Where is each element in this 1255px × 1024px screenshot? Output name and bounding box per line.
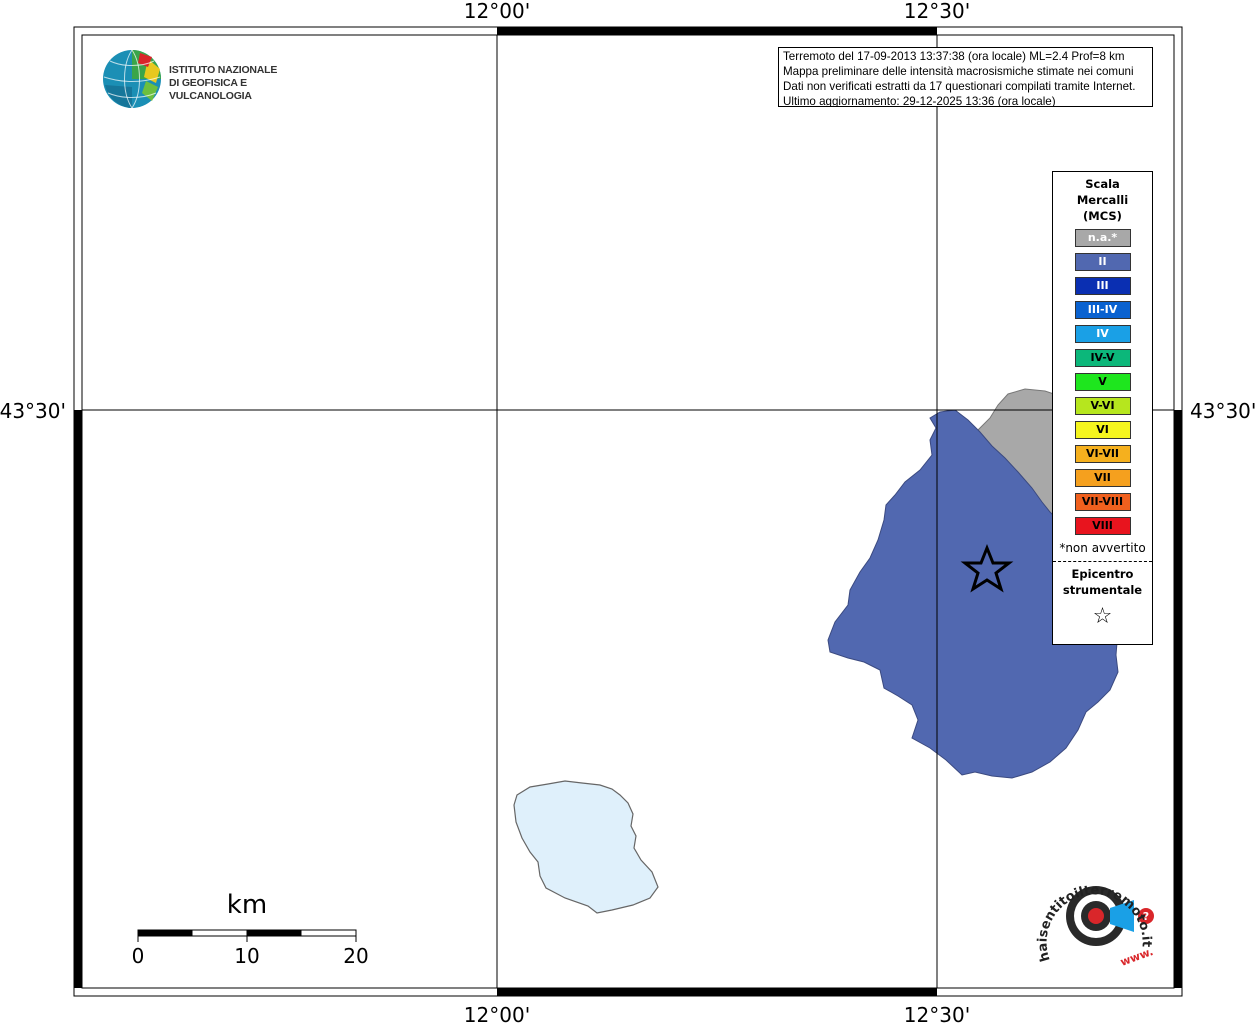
legend-swatch: VII-VIII [1074, 493, 1131, 511]
lon-label-top-12-00: 12°00' [464, 0, 530, 23]
ingv-name-line2: DI GEOFISICA E VULCANOLOGIA [169, 77, 252, 102]
legend-epicentre-label: Epicentro strumentale [1053, 566, 1152, 598]
lat-label-left-43-30: 43°30' [0, 399, 66, 423]
scale-tick-10: 10 [234, 944, 259, 968]
legend-swatch: VI-VII [1074, 445, 1131, 463]
info-line-event: Terremoto del 17-09-2013 13:37:38 (ora l… [783, 50, 1125, 63]
legend-title-line: Mercalli [1076, 193, 1129, 207]
ingv-globe-icon [103, 49, 161, 109]
legend-star-icon: ☆ [1092, 604, 1113, 629]
legend-swatch: VII [1074, 469, 1131, 487]
legend-swatch: n.a.* [1074, 229, 1131, 247]
legend-title: Scala Mercalli (MCS) [1053, 176, 1152, 224]
frame-bar-bottom [497, 988, 937, 996]
legend-epicentre-line: Epicentro [1071, 567, 1134, 581]
legend-swatch: IV-V [1074, 349, 1131, 367]
lon-label-bottom-12-00: 12°00' [464, 1003, 530, 1024]
legend-epicentre-line: strumentale [1062, 583, 1143, 597]
legend-note: *non avvertito [1059, 541, 1146, 555]
legend-swatch: III [1074, 277, 1131, 295]
legend-swatch: V [1074, 373, 1131, 391]
lon-label-top-12-30: 12°30' [904, 0, 970, 23]
scale-tick-0: 0 [132, 944, 145, 968]
legend-separator [1053, 561, 1152, 562]
frame-bar-right [1174, 410, 1182, 988]
legend-swatch: IV [1074, 325, 1131, 343]
frame-bar-left [74, 410, 82, 988]
frame-bar-top [497, 27, 937, 35]
info-line-updated: Ultimo aggiornamento: 29-12-2025 13:36 (… [783, 95, 1056, 107]
legend-swatch: V-VI [1074, 397, 1131, 415]
lon-label-bottom-12-30: 12°30' [904, 1003, 970, 1024]
ingv-name-line1: ISTITUTO NAZIONALE [169, 64, 278, 76]
mcs-legend: Scala Mercalli (MCS) n.a.* II III III-IV IV I… [1052, 171, 1153, 645]
legend-title-line: (MCS) [1083, 209, 1122, 223]
legend-items: n.a.* II III III-IV IV IV-V V V-VI VI VI-VII VII VI… [1053, 229, 1152, 535]
legend-title-line: Scala [1085, 177, 1120, 191]
badge-prefix-text: www. [1119, 945, 1155, 969]
scale-tick-20: 20 [343, 944, 368, 968]
haisentito-badge: ? haisentitoilterremoto.it www. [1030, 860, 1160, 980]
legend-swatch: II [1074, 253, 1131, 271]
lat-label-right-43-30: 43°30' [1190, 399, 1255, 423]
legend-swatch: III-IV [1074, 301, 1131, 319]
info-line-source: Dati non verificati estratti da 17 quest… [783, 80, 1136, 93]
ingv-name: ISTITUTO NAZIONALE DI GEOFISICA E VULCAN… [169, 64, 320, 103]
scale-bar-unit: km [227, 890, 267, 920]
legend-swatch: VIII [1074, 517, 1131, 535]
legend-swatch: VI [1074, 421, 1131, 439]
haisentito-logo-icon: ? haisentitoilterremoto.it www. [1035, 883, 1155, 969]
earthquake-info-box: Terremoto del 17-09-2013 13:37:38 (ora l… [778, 47, 1153, 107]
ingv-logo: ISTITUTO NAZIONALE DI GEOFISICA E VULCAN… [100, 47, 320, 111]
info-line-description: Mappa preliminare delle intensità macros… [783, 65, 1134, 78]
